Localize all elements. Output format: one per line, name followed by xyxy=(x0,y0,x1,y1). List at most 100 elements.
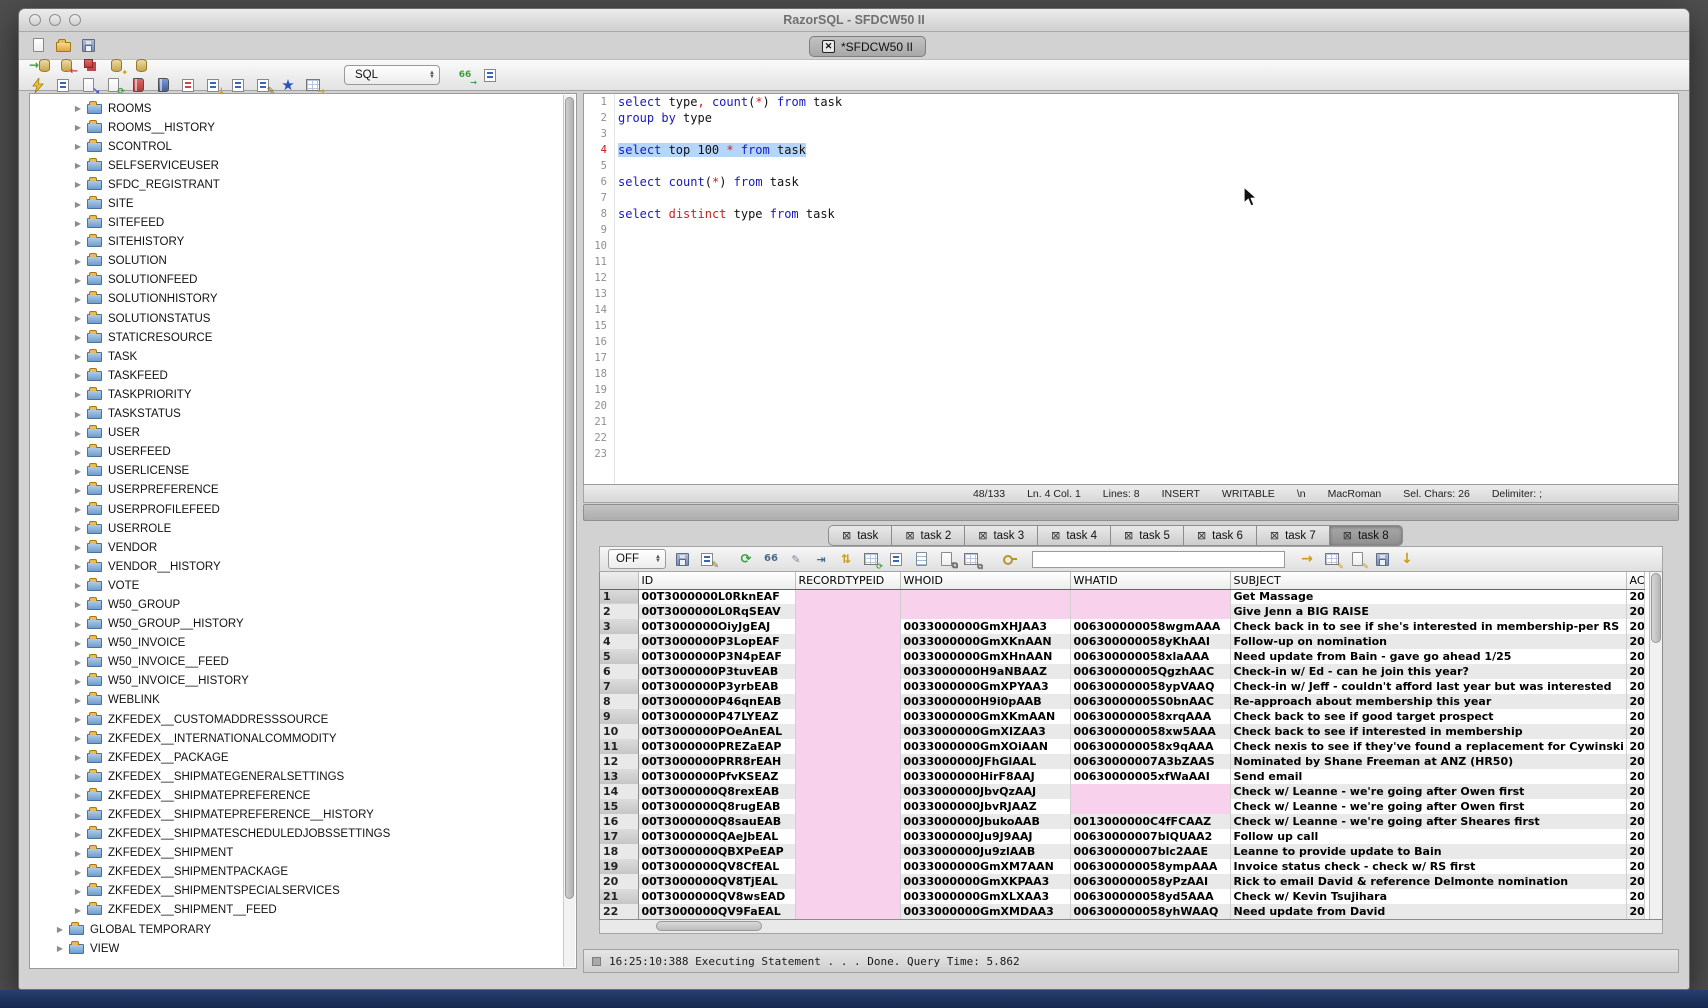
sidebar-item-zkfedex__package[interactable]: ▶ZKFEDEX__PACKAGE xyxy=(31,748,563,767)
grid-cell[interactable]: 200 xyxy=(1626,829,1644,844)
editor-line[interactable]: 23 xyxy=(584,446,1678,462)
grid-cell[interactable]: 00T3000000P3yrbEAB xyxy=(638,679,795,694)
grid-cell[interactable]: Send email xyxy=(1230,769,1626,784)
grid-cell[interactable]: 00T3000000P47LYEAZ xyxy=(638,709,795,724)
grid-cell[interactable]: 00T3000000Q8rugEAB xyxy=(638,799,795,814)
disclosure-triangle-icon[interactable]: ▶ xyxy=(71,219,85,228)
editor-line[interactable]: 3 xyxy=(584,126,1678,142)
editor-line[interactable]: 18 xyxy=(584,366,1678,382)
limit-rows-select[interactable]: OFF▲▼ xyxy=(608,549,666,569)
grid-cell[interactable]: 00T3000000QBXPeEAP xyxy=(638,844,795,859)
sidebar-item-zkfedex__shipmatescheduledjobssettings[interactable]: ▶ZKFEDEX__SHIPMATESCHEDULEDJOBSSETTINGS xyxy=(31,825,563,844)
editor-line[interactable]: 10 xyxy=(584,238,1678,254)
open-folder-icon[interactable] xyxy=(54,35,72,55)
grid-cell[interactable]: 200 xyxy=(1626,844,1644,859)
disclosure-triangle-icon[interactable]: ▶ xyxy=(71,639,85,648)
editor-line[interactable]: 17 xyxy=(584,350,1678,366)
sidebar-item-w50_group__history[interactable]: ▶W50_GROUP__HISTORY xyxy=(31,615,563,634)
grid-cell[interactable]: 200 xyxy=(1626,634,1644,649)
tab-close-icon[interactable]: ⊠ xyxy=(1197,529,1206,542)
results-tab-task[interactable]: ⊠task xyxy=(828,525,891,546)
grid-cell[interactable] xyxy=(795,694,900,709)
sidebar-item-userprofilefeed[interactable]: ▶USERPROFILEFEED xyxy=(31,500,563,519)
disclosure-triangle-icon[interactable]: ▶ xyxy=(71,467,85,476)
results-tab-task-5[interactable]: ⊠task 5 xyxy=(1110,525,1183,546)
grid-cell[interactable]: Check w/ Leanne - we're going after Shea… xyxy=(1230,814,1626,829)
sidebar-item-weblink[interactable]: ▶WEBLINK xyxy=(31,691,563,710)
grid-cell[interactable]: Follow-up on nomination xyxy=(1230,634,1626,649)
tab-close-icon[interactable]: ⊠ xyxy=(1343,529,1352,542)
disclosure-triangle-icon[interactable]: ▶ xyxy=(71,257,85,266)
disclosure-triangle-icon[interactable]: ▶ xyxy=(71,276,85,285)
sidebar-item-sfdc_registrant[interactable]: ▶SFDC_REGISTRANT xyxy=(31,175,563,194)
page-view-icon[interactable] xyxy=(912,549,930,569)
sidebar-item-scontrol[interactable]: ▶SCONTROL xyxy=(31,137,563,156)
column-header-subject[interactable]: SUBJECT xyxy=(1230,572,1626,589)
sidebar-item-view[interactable]: ▶VIEW xyxy=(31,939,563,958)
results-tab-task-4[interactable]: ⊠task 4 xyxy=(1037,525,1110,546)
sidebar-item-w50_group[interactable]: ▶W50_GROUP xyxy=(31,595,563,614)
column-header-whoid[interactable]: WHOID xyxy=(900,572,1070,589)
grid-row[interactable]: 1200T3000000PRR8rEAH0033000000JFhGlAAL00… xyxy=(600,754,1644,769)
grid-cell[interactable]: 00T3000000QAeJbEAL xyxy=(638,829,795,844)
grid-cell[interactable]: 00T3000000OiyJgEAJ xyxy=(638,619,795,634)
grid-cell[interactable] xyxy=(1070,799,1230,814)
disclosure-triangle-icon[interactable]: ▶ xyxy=(71,333,85,342)
grid-cell[interactable] xyxy=(1070,589,1230,604)
disclosure-triangle-icon[interactable]: ▶ xyxy=(71,791,85,800)
table-refresh-icon[interactable]: ⟳ xyxy=(862,549,880,569)
edit-sql-icon[interactable]: ✎ xyxy=(254,75,272,95)
disclosure-triangle-icon[interactable]: ▶ xyxy=(71,505,85,514)
grid-horizontal-scrollbar[interactable] xyxy=(599,920,1663,934)
grid-row[interactable]: 1600T3000000Q8sauEAB0033000000JbukoAAB00… xyxy=(600,814,1644,829)
grid-cell[interactable] xyxy=(795,889,900,904)
grid-cell[interactable] xyxy=(795,784,900,799)
disclosure-triangle-icon[interactable]: ▶ xyxy=(71,772,85,781)
grid-cell[interactable]: 200 xyxy=(1626,889,1644,904)
grid-cell[interactable] xyxy=(795,664,900,679)
grid-cell[interactable]: 200 xyxy=(1626,859,1644,874)
disclosure-triangle-icon[interactable]: ▶ xyxy=(71,486,85,495)
grid-cell[interactable]: Need update from Bain - gave go ahead 1/… xyxy=(1230,649,1626,664)
save-results-icon[interactable] xyxy=(673,549,691,569)
grid-cell[interactable]: 006300000058yhWAAQ xyxy=(1070,904,1230,919)
disclosure-triangle-icon[interactable]: ▶ xyxy=(71,200,85,209)
quotes-66-icon[interactable]: 66 xyxy=(762,549,780,569)
grid-cell[interactable]: 00T3000000Q8rexEAB xyxy=(638,784,795,799)
disclosure-triangle-icon[interactable]: ▶ xyxy=(71,658,85,667)
disclosure-triangle-icon[interactable]: ▶ xyxy=(71,142,85,151)
disclosure-triangle-icon[interactable]: ▶ xyxy=(71,314,85,323)
favorites-star-icon[interactable]: ★ xyxy=(279,75,297,95)
editor-line[interactable]: 22 xyxy=(584,430,1678,446)
disclosure-triangle-icon[interactable]: ▶ xyxy=(71,600,85,609)
sidebar-item-w50_invoice__history[interactable]: ▶W50_INVOICE__HISTORY xyxy=(31,672,563,691)
editor-line[interactable]: 13 xyxy=(584,286,1678,302)
results-search-input[interactable] xyxy=(1032,551,1285,568)
sidebar-item-zkfedex__customaddresssource[interactable]: ▶ZKFEDEX__CUSTOMADDRESSSOURCE xyxy=(31,710,563,729)
grid-cell[interactable] xyxy=(1070,784,1230,799)
sidebar-item-vendor[interactable]: ▶VENDOR xyxy=(31,538,563,557)
grid-cell[interactable]: 200 xyxy=(1626,754,1644,769)
grid-cell[interactable]: 00T3000000P3N4pEAF xyxy=(638,649,795,664)
editor-line[interactable]: 4select top 100 * from task xyxy=(584,142,1678,158)
db-cylinder-icon[interactable] xyxy=(132,55,150,75)
grid-cell[interactable]: 0033000000JFhGlAAL xyxy=(900,754,1070,769)
quotes-exec-icon[interactable]: 66→ xyxy=(456,65,474,85)
sidebar-item-w50_invoice[interactable]: ▶W50_INVOICE xyxy=(31,634,563,653)
editor-line[interactable]: 8select distinct type from task xyxy=(584,206,1678,222)
grid-row[interactable]: 1100T3000000PREZaEAP0033000000GmXOiAAN00… xyxy=(600,739,1644,754)
sidebar-item-staticresource[interactable]: ▶STATICRESOURCE xyxy=(31,328,563,347)
editor-line[interactable]: 7 xyxy=(584,190,1678,206)
grid-cell[interactable]: 0033000000GmXKnAAN xyxy=(900,634,1070,649)
insert-node-icon[interactable]: ⇥ xyxy=(812,549,830,569)
grid-cell[interactable]: 00T3000000L0RqSEAV xyxy=(638,604,795,619)
edit-form-icon[interactable] xyxy=(54,75,72,95)
sidebar-item-sitehistory[interactable]: ▶SITEHISTORY xyxy=(31,233,563,252)
grid-cell[interactable]: Nominated by Shane Freeman at ANZ (HR50) xyxy=(1230,754,1626,769)
grid-cell[interactable]: 0033000000GmXPYAA3 xyxy=(900,679,1070,694)
grid-cell[interactable]: 200 xyxy=(1626,604,1644,619)
disclosure-triangle-icon[interactable]: ▶ xyxy=(71,352,85,361)
grid-row[interactable]: 700T3000000P3yrbEAB0033000000GmXPYAA3006… xyxy=(600,679,1644,694)
updown-gold-icon[interactable]: ⇅ xyxy=(837,549,855,569)
grid-row[interactable]: 400T3000000P3LopEAF0033000000GmXKnAAN006… xyxy=(600,634,1644,649)
